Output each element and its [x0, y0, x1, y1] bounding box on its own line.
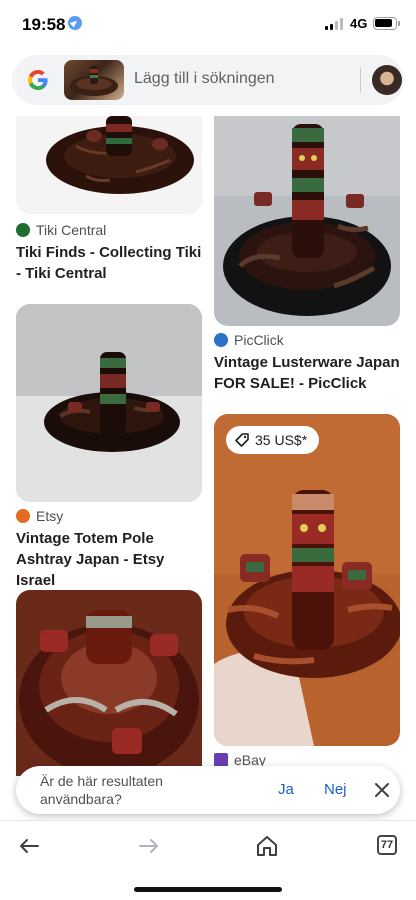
home-indicator [134, 887, 282, 892]
tag-icon [235, 433, 249, 447]
home-icon[interactable] [252, 831, 282, 861]
source-label: PicClick [234, 332, 284, 348]
result-image-picclick[interactable] [214, 116, 400, 326]
bottom-navigation: 77 [0, 820, 416, 900]
google-logo-icon [28, 70, 48, 90]
back-arrow-icon[interactable] [14, 831, 44, 861]
tab-count-label: 77 [380, 839, 394, 851]
avatar[interactable] [372, 65, 402, 95]
network-label: 4G [350, 16, 368, 31]
status-bar: 19:58 4G [0, 0, 416, 48]
status-time: 19:58 [22, 15, 66, 34]
result-title-etsy[interactable]: Vintage Totem Pole Ashtray Japan - Etsy … [16, 528, 206, 591]
result-image-etsy[interactable] [16, 304, 202, 502]
location-icon [68, 16, 82, 30]
price-label: 35 US$* [255, 432, 308, 448]
result-title-picclick[interactable]: Vintage Lusterware Japan FOR SALE! - Pic… [214, 352, 404, 394]
signal-icon [325, 18, 345, 30]
result-source-picclick[interactable]: PicClick [214, 332, 284, 348]
result-image-tiki-central[interactable] [16, 116, 202, 214]
feedback-question: Är de här resultaten användbara? [40, 773, 163, 807]
picclick-icon [214, 333, 228, 347]
ebay-icon [214, 753, 228, 767]
result-image-partial[interactable] [16, 590, 202, 776]
source-label: Tiki Central [36, 222, 107, 238]
close-icon[interactable] [370, 778, 394, 802]
tiki-central-icon [16, 223, 30, 237]
query-image-thumbnail[interactable] [64, 60, 124, 100]
result-source-etsy[interactable]: Etsy [16, 508, 63, 524]
result-image-ebay[interactable] [214, 414, 400, 746]
result-title-tiki-central[interactable]: Tiki Finds - Collecting Tiki - Tiki Cent… [16, 242, 206, 284]
search-bar[interactable]: Lägg till i sökningen [12, 55, 404, 105]
battery-icon [373, 17, 400, 30]
source-label: Etsy [36, 508, 64, 524]
tabs-icon[interactable]: 77 [377, 835, 397, 855]
search-input[interactable]: Lägg till i sökningen [134, 70, 275, 88]
feedback-toast: Är de här resultaten användbara? Ja Nej [16, 766, 400, 814]
price-badge: 35 US$* [226, 426, 320, 454]
etsy-icon [16, 509, 30, 523]
forward-arrow-icon[interactable] [134, 831, 164, 861]
feedback-yes-button[interactable]: Ja [278, 781, 294, 798]
search-divider [360, 67, 361, 93]
result-source-tiki-central[interactable]: Tiki Central [16, 222, 106, 238]
feedback-no-button[interactable]: Nej [324, 781, 347, 798]
